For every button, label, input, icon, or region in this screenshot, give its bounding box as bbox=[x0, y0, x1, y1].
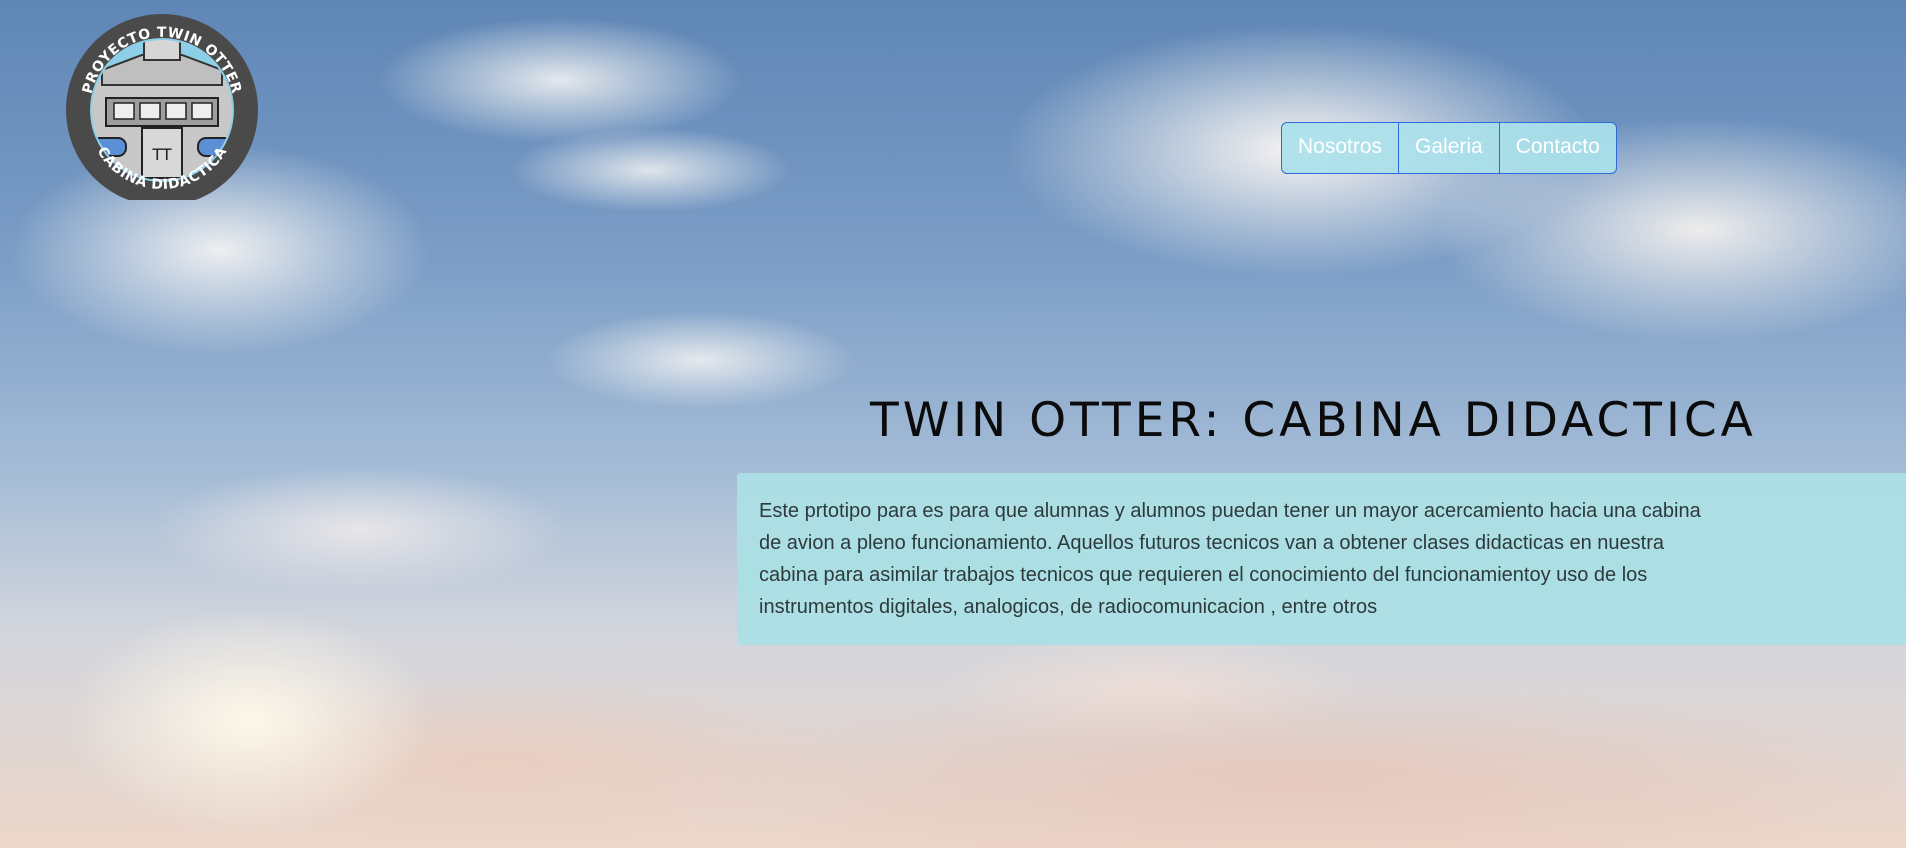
description-text: Este prtotipo para es para que alumnas y… bbox=[759, 500, 1701, 618]
cockpit-logo-icon: TT PROYECTO TWIN OTTER CABINA DIDACTICA bbox=[66, 14, 258, 206]
description-panel: Este prtotipo para es para que alumnas y… bbox=[737, 473, 1906, 645]
nav-nosotros-button[interactable]: Nosotros bbox=[1282, 123, 1400, 173]
nav-contacto-button[interactable]: Contacto bbox=[1500, 123, 1616, 173]
hero-title: TWIN OTTER: CABINA DIDACTICA bbox=[870, 393, 1757, 448]
site-logo[interactable]: TT PROYECTO TWIN OTTER CABINA DIDACTICA bbox=[62, 10, 262, 206]
main-nav: Nosotros Galeria Contacto bbox=[1281, 122, 1617, 174]
svg-text:TT: TT bbox=[151, 145, 171, 164]
nav-galeria-button[interactable]: Galeria bbox=[1399, 123, 1500, 173]
